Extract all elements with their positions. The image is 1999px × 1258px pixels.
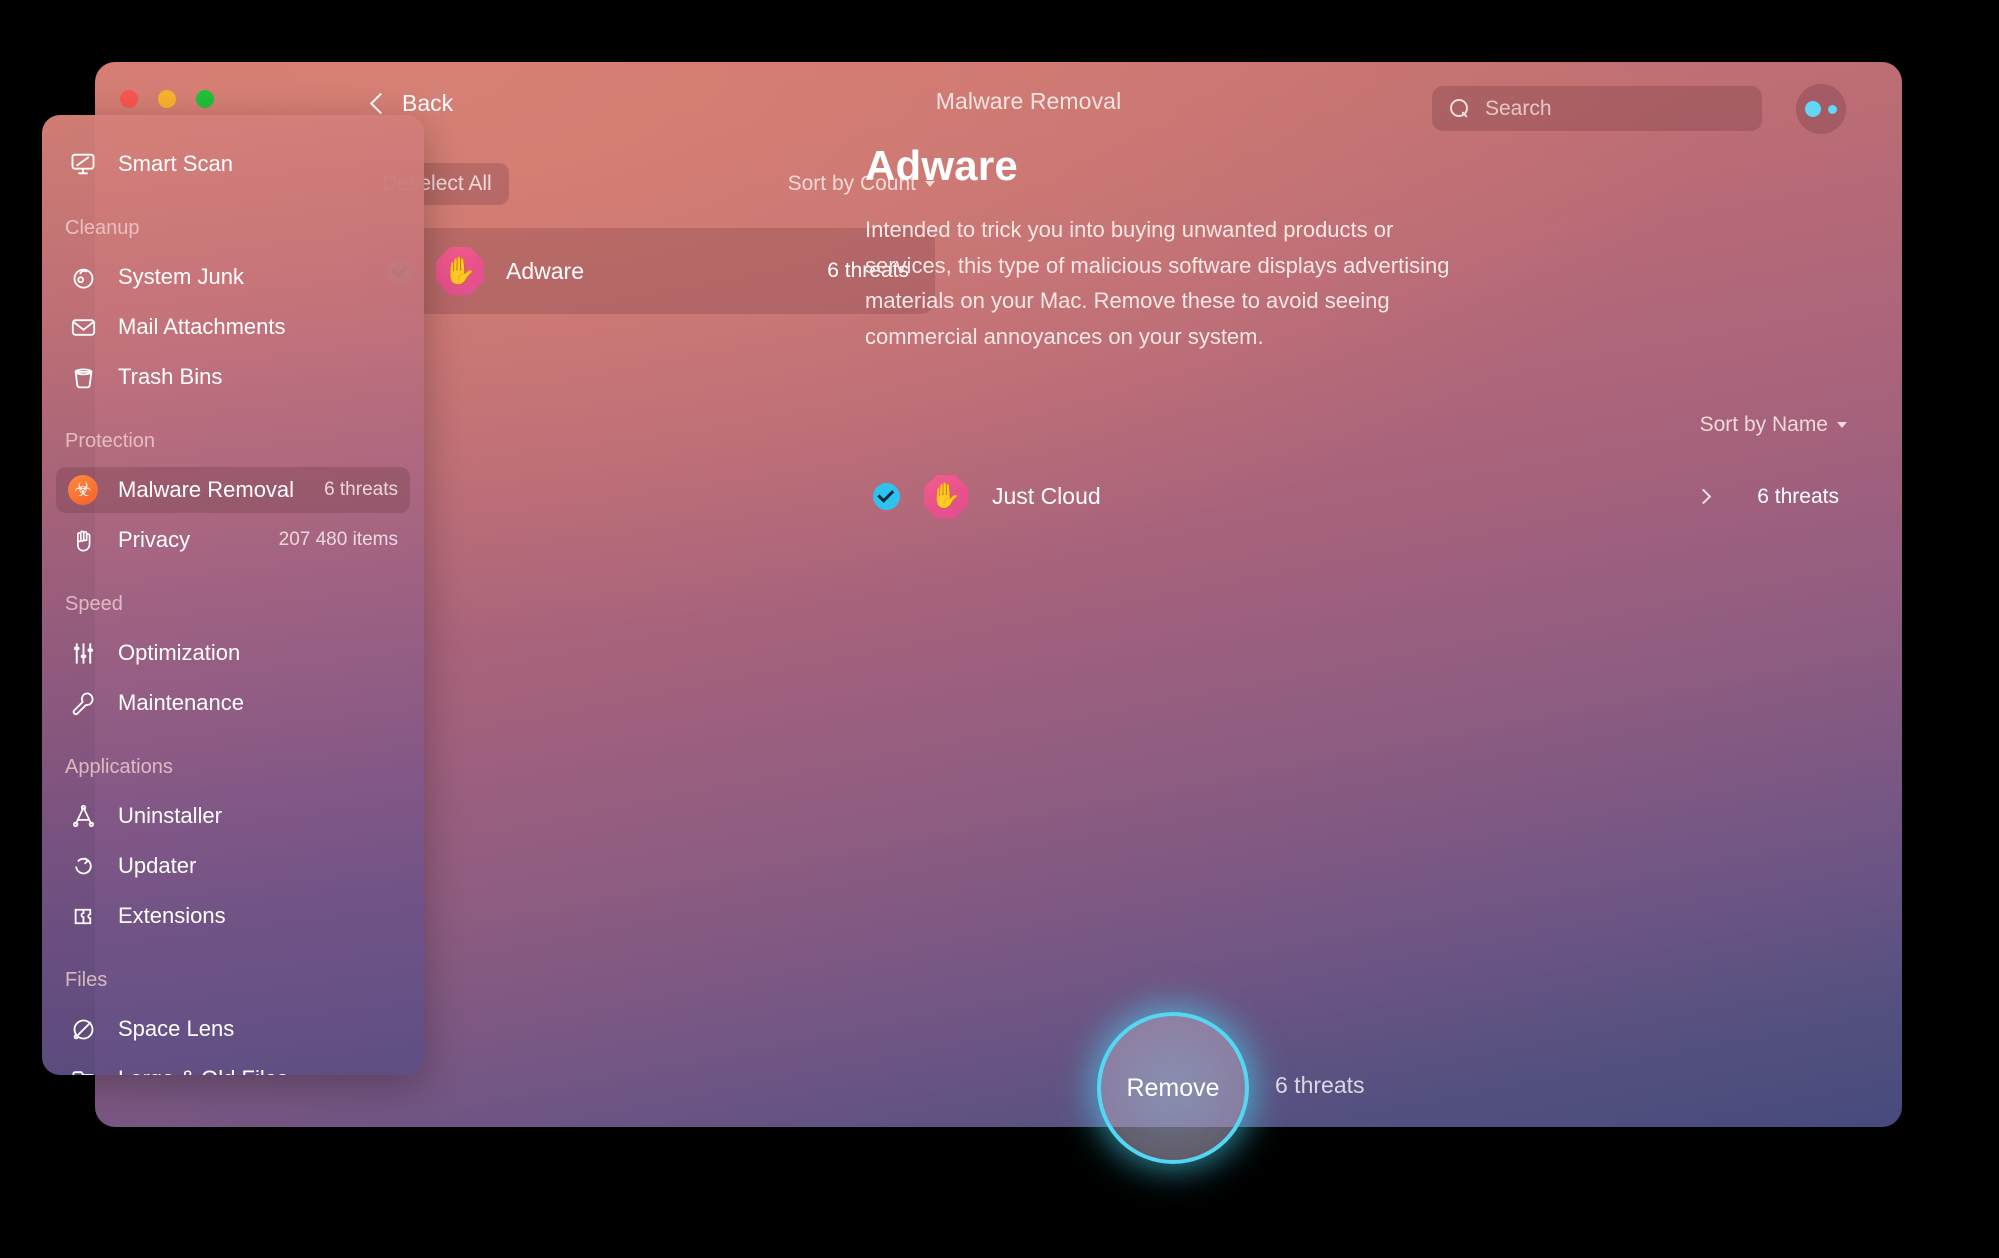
extensions-icon (68, 901, 98, 931)
space-lens-icon (68, 1014, 98, 1044)
threat-row-just-cloud[interactable]: ✋ Just Cloud 6 threats (865, 465, 1847, 529)
updater-icon (68, 851, 98, 881)
sidebar-section-applications: Applications (65, 756, 173, 778)
detail-description: Intended to trick you into buying unwant… (865, 217, 1450, 349)
sidebar-item-label: Space Lens (118, 1016, 235, 1041)
sidebar-item-optimization[interactable]: Optimization (56, 630, 410, 676)
threat-checkbox[interactable] (873, 483, 900, 510)
sidebar-item-label: Privacy (118, 527, 191, 552)
sidebar-item-label: Uninstaller (118, 803, 222, 828)
sidebar-item-label: Extensions (118, 903, 226, 928)
account-status-button[interactable] (1796, 84, 1846, 134)
sidebar-item-maintenance[interactable]: Maintenance (56, 680, 410, 726)
status-dot-small-icon (1828, 104, 1837, 114)
category-name: Adware (506, 257, 584, 284)
search-box[interactable] (1432, 86, 1762, 131)
chevron-down-icon (1837, 421, 1847, 428)
sidebar-item-large-old-files[interactable]: Large & Old Files (56, 1056, 410, 1075)
sidebar-item-privacy[interactable]: Privacy 207 480 items (56, 517, 410, 563)
sidebar-item-label: System Junk (118, 264, 244, 289)
screen: Back Malware Removal Deselect All Sort b… (0, 0, 1999, 1258)
trash-icon (68, 362, 98, 392)
list-toolbar: Deselect All Sort by Count (365, 162, 935, 206)
detail-panel: Adware Intended to trick you into buying… (865, 142, 1847, 529)
search-icon (1450, 99, 1469, 118)
sidebar-item-count: 6 threats (324, 479, 398, 500)
sort-by-name-row: Sort by Name (865, 413, 1847, 437)
sidebar-item-smart-scan[interactable]: Smart Scan (56, 141, 410, 187)
sidebar-item-count: 207 480 items (278, 529, 398, 550)
sidebar-item-label: Malware Removal (118, 477, 295, 502)
sidebar-item-label: Trash Bins (118, 364, 223, 389)
category-list-panel: Deselect All Sort by Count ✋ Adware 6 th… (365, 162, 935, 314)
biohazard-icon: ☣ (68, 475, 98, 505)
threat-name: Just Cloud (992, 483, 1101, 509)
sidebar-item-space-lens[interactable]: Space Lens (56, 1006, 410, 1052)
chevron-right-icon[interactable] (1696, 488, 1712, 505)
sidebar-item-system-junk[interactable]: System Junk (56, 254, 410, 300)
sidebar-item-uninstaller[interactable]: Uninstaller (56, 793, 410, 839)
remove-button[interactable]: Remove (1097, 1012, 1249, 1164)
search-input[interactable] (1485, 96, 1744, 121)
hand-stop-icon: ✋ (924, 474, 968, 519)
sort-by-name-dropdown[interactable]: Sort by Name (1700, 413, 1847, 437)
threat-count: 6 threats (1757, 484, 1839, 508)
category-row-adware[interactable]: ✋ Adware 6 threats (365, 228, 935, 314)
sidebar-item-malware-removal[interactable]: ☣ Malware Removal 6 threats (56, 467, 410, 513)
sort-by-name-label: Sort by Name (1699, 412, 1828, 436)
sidebar-section-cleanup: Cleanup (65, 217, 140, 239)
remove-summary: 6 threats (1275, 1072, 1365, 1098)
sidebar-item-label: Updater (118, 853, 197, 878)
sidebar-item-label: Mail Attachments (118, 314, 286, 339)
sidebar-item-label: Large & Old Files (118, 1066, 398, 1075)
status-dots-icon (1805, 101, 1821, 117)
sidebar-section-files: Files (65, 969, 108, 991)
sidebar-item-extensions[interactable]: Extensions (56, 893, 410, 939)
detail-title: Adware (865, 142, 1018, 189)
sliders-icon (68, 638, 98, 668)
wrench-icon (68, 688, 98, 718)
smart-scan-icon (68, 149, 98, 179)
mail-icon (68, 312, 98, 342)
sidebar-section-protection: Protection (65, 430, 156, 452)
sidebar-item-updater[interactable]: Updater (56, 843, 410, 889)
sidebar-item-trash-bins[interactable]: Trash Bins (56, 354, 410, 400)
sidebar-item-label: Optimization (118, 640, 241, 665)
sidebar-item-label: Maintenance (118, 690, 244, 715)
system-junk-icon (68, 262, 98, 292)
sidebar: Smart Scan Cleanup System Junk Mail Atta… (42, 115, 424, 1075)
sidebar-item-label: Smart Scan (118, 151, 233, 176)
sidebar-section-speed: Speed (65, 593, 123, 615)
hand-stop-icon: ✋ (436, 247, 484, 295)
uninstaller-icon (68, 801, 98, 831)
sidebar-item-mail-attachments[interactable]: Mail Attachments (56, 304, 410, 350)
hand-icon (68, 525, 98, 555)
folder-icon (68, 1064, 98, 1075)
